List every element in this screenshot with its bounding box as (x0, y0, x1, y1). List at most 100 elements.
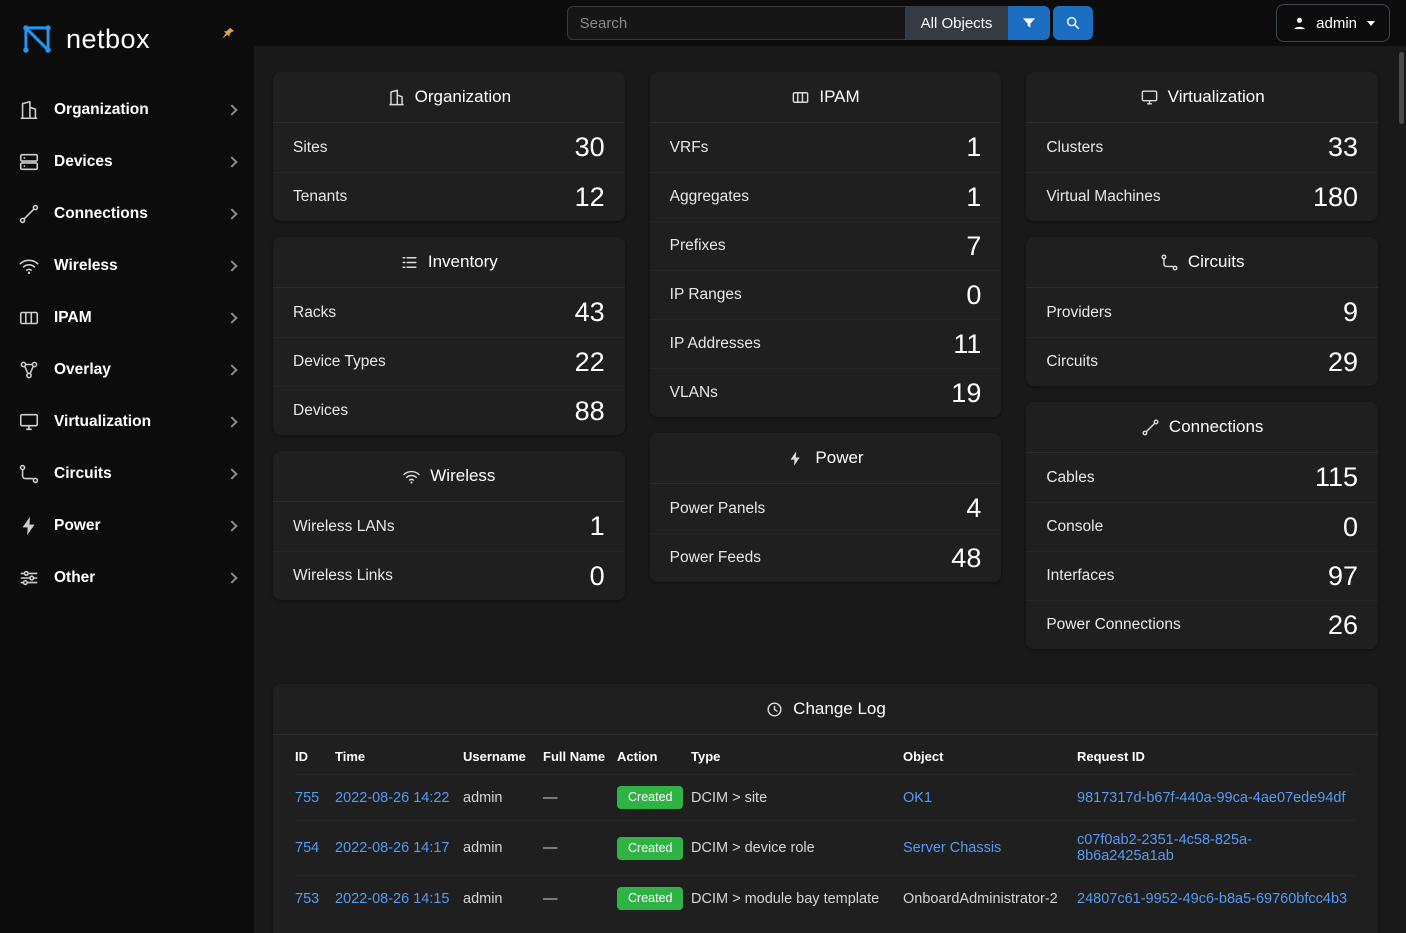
stat-label: Tenants (293, 188, 347, 206)
monitor-icon (1140, 88, 1159, 107)
stat-row-power-feeds[interactable]: Power Feeds 48 (650, 533, 1002, 582)
transit-icon (18, 463, 40, 485)
stat-row-sites[interactable]: Sites 30 (273, 123, 625, 172)
stat-row-console[interactable]: Console 0 (1026, 502, 1378, 551)
sidebar-item-label: Devices (54, 153, 113, 171)
stat-value: 4 (966, 495, 981, 522)
col-header-type[interactable]: Type (691, 737, 903, 775)
changelog-time-link[interactable]: 2022-08-26 14:15 (335, 891, 450, 907)
sidebar-item-overlay[interactable]: Overlay (0, 344, 254, 396)
stat-value: 22 (575, 349, 605, 376)
changelog-time-link[interactable]: 2022-08-26 14:17 (335, 840, 450, 856)
stat-row-ip-addresses[interactable]: IP Addresses 11 (650, 319, 1002, 368)
stat-value: 30 (575, 134, 605, 161)
changelog-request-id-link[interactable]: 24807c61-9952-49c6-b8a5-69760bfcc4b3 (1077, 891, 1347, 907)
col-header-time[interactable]: Time (335, 737, 463, 775)
sidebar-nav: Organization Devices Connections Wireles… (0, 78, 254, 604)
stat-row-racks[interactable]: Racks 43 (273, 288, 625, 337)
stat-label: Wireless Links (293, 567, 393, 585)
scrollbar[interactable] (1399, 52, 1404, 124)
sidebar-item-label: Power (54, 517, 101, 535)
stat-row-vlans[interactable]: VLANs 19 (650, 368, 1002, 417)
changelog-request-id-link[interactable]: 9817317d-b67f-440a-99ca-4ae07ede94df (1077, 790, 1345, 806)
stat-row-power-connections[interactable]: Power Connections 26 (1026, 600, 1378, 649)
stat-row-devices[interactable]: Devices 88 (273, 386, 625, 435)
stat-row-wireless-links[interactable]: Wireless Links 0 (273, 551, 625, 600)
col-header-request-id[interactable]: Request ID (1077, 737, 1356, 775)
col-header-action[interactable]: Action (617, 737, 691, 775)
stat-row-device-types[interactable]: Device Types 22 (273, 337, 625, 386)
sidebar-item-circuits[interactable]: Circuits (0, 448, 254, 500)
changelog-type: DCIM > device role (691, 821, 903, 876)
card-inventory: Inventory Racks 43 Device Types 22 Devic… (273, 237, 625, 435)
changelog-object-link[interactable]: Server Chassis (903, 840, 1001, 856)
sidebar-pin-icon[interactable] (220, 26, 236, 42)
brand: netbox (0, 0, 254, 78)
card-header: Change Log (273, 684, 1378, 735)
sidebar-item-power[interactable]: Power (0, 500, 254, 552)
search-scope-button[interactable]: All Objects (905, 6, 1009, 40)
sidebar-item-other[interactable]: Other (0, 552, 254, 604)
stat-value: 19 (951, 380, 981, 407)
topbar: All Objects admin (254, 0, 1406, 46)
changelog-id-link[interactable]: 755 (295, 790, 319, 806)
stat-row-tenants[interactable]: Tenants 12 (273, 172, 625, 221)
stat-label: Wireless LANs (293, 518, 395, 536)
user-menu-button[interactable]: admin (1276, 4, 1390, 42)
chevron-right-icon (226, 572, 237, 583)
stat-row-wireless-lans[interactable]: Wireless LANs 1 (273, 502, 625, 551)
sidebar-item-ipam[interactable]: IPAM (0, 292, 254, 344)
stat-row-prefixes[interactable]: Prefixes 7 (650, 221, 1002, 270)
card-title: IPAM (819, 87, 859, 107)
stat-row-aggregates[interactable]: Aggregates 1 (650, 172, 1002, 221)
col-header-full-name[interactable]: Full Name (543, 737, 617, 775)
lightning-icon (18, 515, 40, 537)
stat-row-ip-ranges[interactable]: IP Ranges 0 (650, 270, 1002, 319)
card-organization: Organization Sites 30 Tenants 12 (273, 72, 625, 221)
changelog-type: DCIM > module bay template (691, 876, 903, 922)
col-header-id[interactable]: ID (295, 737, 335, 775)
sidebar-item-wireless[interactable]: Wireless (0, 240, 254, 292)
sidebar-item-virtualization[interactable]: Virtualization (0, 396, 254, 448)
brand-name[interactable]: netbox (66, 24, 150, 55)
stat-row-circuits[interactable]: Circuits 29 (1026, 337, 1378, 386)
search-submit-button[interactable] (1053, 6, 1093, 40)
col-header-username[interactable]: Username (463, 737, 543, 775)
stat-row-providers[interactable]: Providers 9 (1026, 288, 1378, 337)
changelog-request-id-link[interactable]: c07f0ab2-2351-4c58-825a-8b6a2425a1ab (1077, 832, 1252, 864)
sidebar-item-devices[interactable]: Devices (0, 136, 254, 188)
stat-row-clusters[interactable]: Clusters 33 (1026, 123, 1378, 172)
stat-row-virtual-machines[interactable]: Virtual Machines 180 (1026, 172, 1378, 221)
monitor-icon (18, 411, 40, 433)
stat-value: 88 (575, 398, 605, 425)
search-input[interactable] (567, 6, 905, 40)
stat-row-interfaces[interactable]: Interfaces 97 (1026, 551, 1378, 600)
stat-label: Interfaces (1046, 567, 1114, 585)
stat-row-power-panels[interactable]: Power Panels 4 (650, 484, 1002, 533)
card-ipam: IPAM VRFs 1 Aggregates 1 Prefixes 7 (650, 72, 1002, 417)
sidebar-item-label: IPAM (54, 309, 92, 327)
stat-label: Power Panels (670, 500, 766, 518)
sidebar-item-connections[interactable]: Connections (0, 188, 254, 240)
card-title: Circuits (1188, 252, 1245, 272)
changelog-object-link[interactable]: OK1 (903, 790, 932, 806)
stat-label: VLANs (670, 384, 718, 402)
sidebar-item-label: Overlay (54, 361, 111, 379)
stat-row-cables[interactable]: Cables 115 (1026, 453, 1378, 502)
stat-label: Racks (293, 304, 336, 322)
filter-button[interactable] (1008, 6, 1050, 40)
caret-down-icon (1367, 21, 1375, 26)
changelog-id-link[interactable]: 754 (295, 840, 319, 856)
col-header-object[interactable]: Object (903, 737, 1077, 775)
card-title: Virtualization (1168, 87, 1265, 107)
list-icon (400, 253, 419, 272)
sidebar-item-organization[interactable]: Organization (0, 84, 254, 136)
card-header: Inventory (273, 237, 625, 288)
chevron-right-icon (226, 208, 237, 219)
changelog-id-link[interactable]: 753 (295, 891, 319, 907)
changelog-time-link[interactable]: 2022-08-26 14:22 (335, 790, 450, 806)
chevron-right-icon (226, 468, 237, 479)
stat-row-vrfs[interactable]: VRFs 1 (650, 123, 1002, 172)
main-area: All Objects admin (254, 0, 1406, 933)
funnel-icon (1021, 15, 1037, 31)
